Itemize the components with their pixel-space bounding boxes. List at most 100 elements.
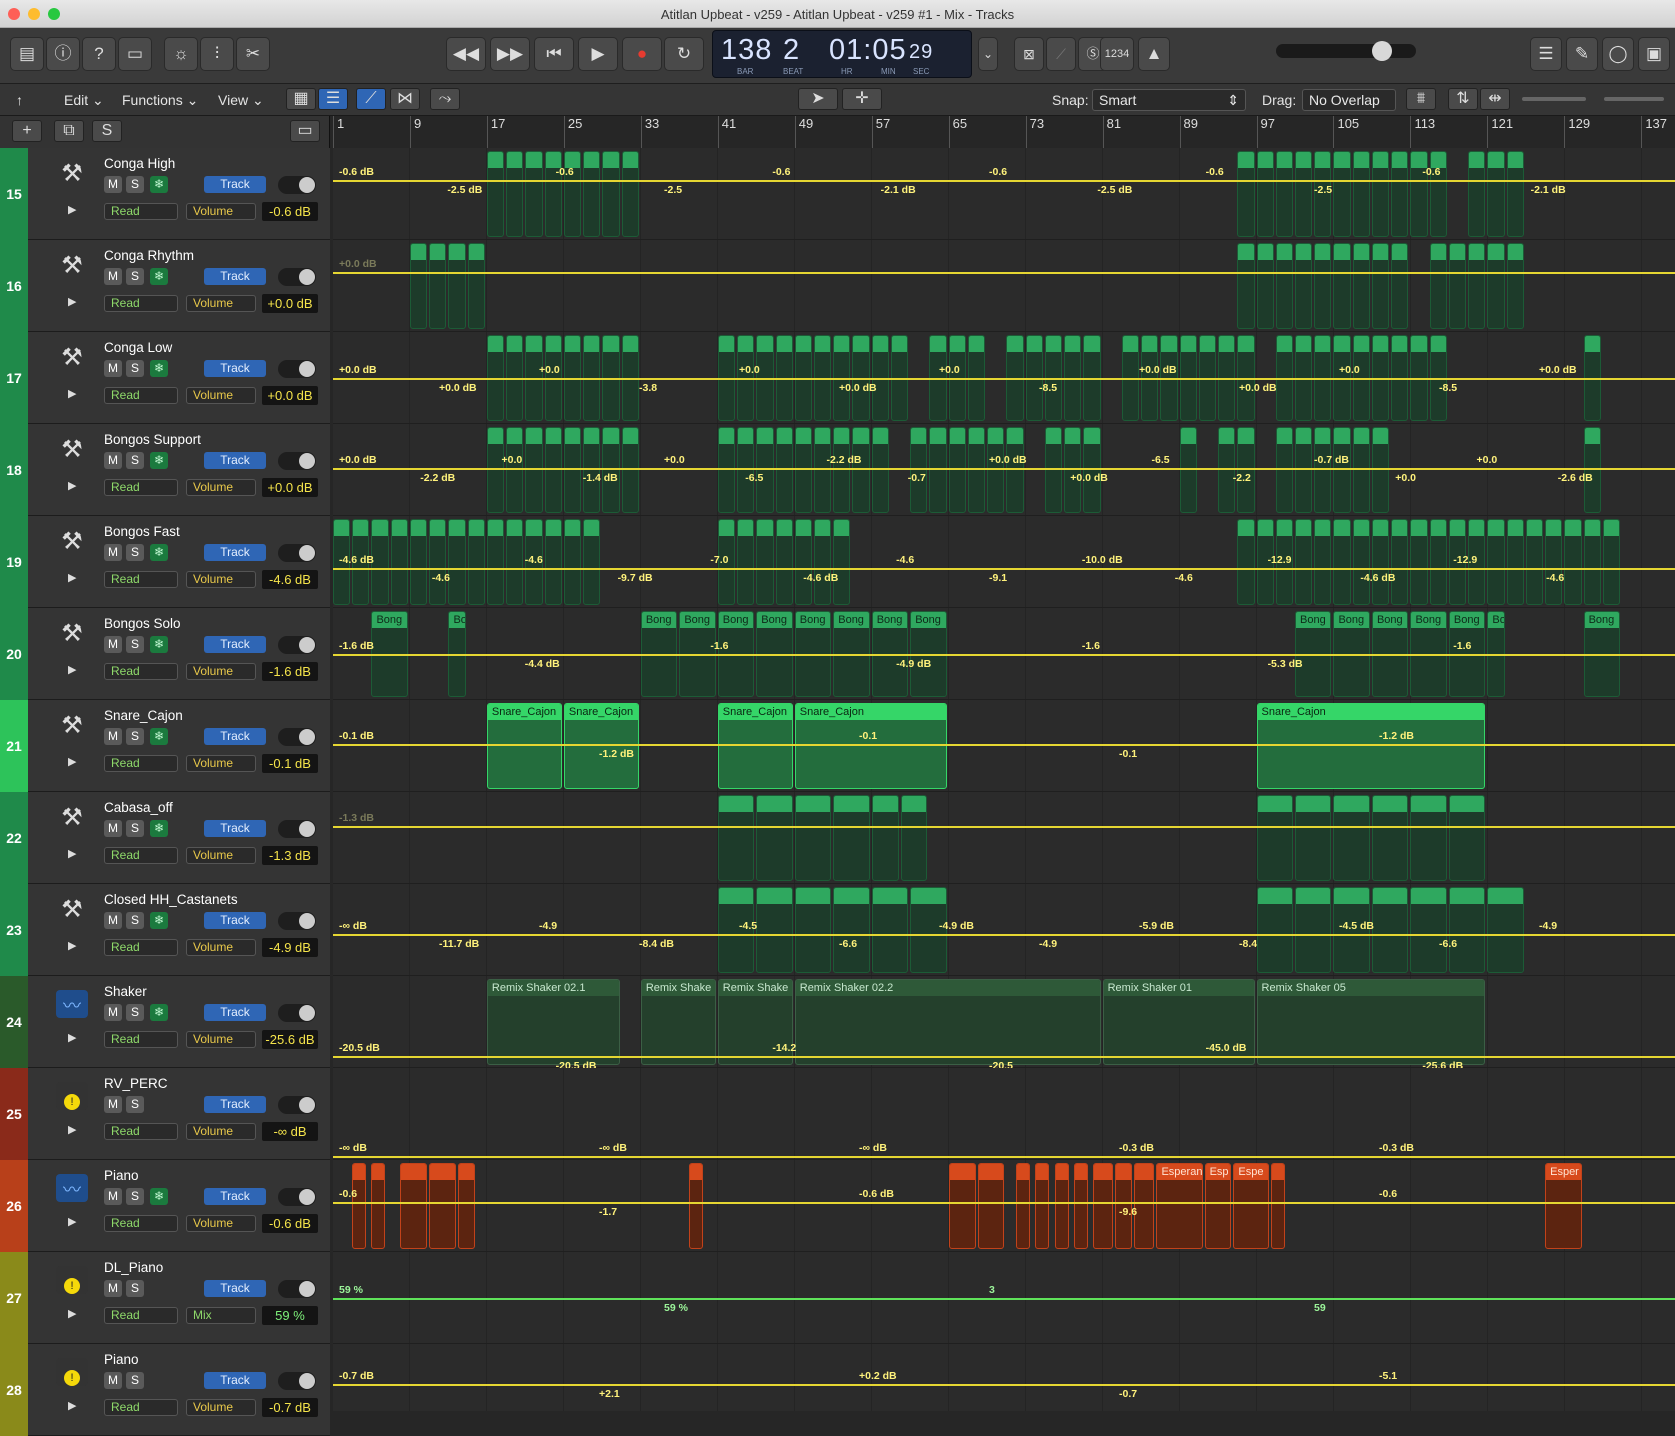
master-volume-slider[interactable] [1276,41,1416,61]
grid-view-button[interactable]: ▦ [286,88,316,110]
region[interactable] [1468,151,1486,237]
region[interactable] [400,1163,428,1249]
track-view-button[interactable]: Track [204,360,266,377]
automation-line[interactable] [333,826,1675,828]
region[interactable] [1237,519,1255,605]
back-icon[interactable]: ↑ [16,92,23,108]
track-view-button[interactable]: Track [204,1096,266,1113]
automation-line[interactable] [333,934,1675,936]
region[interactable] [621,151,639,237]
region[interactable] [1218,427,1236,513]
region[interactable] [467,243,485,329]
region[interactable] [1583,519,1601,605]
track-lane[interactable]: -1.3 dB [333,792,1675,884]
automation-parameter-select[interactable]: Volume [186,1123,256,1140]
region[interactable] [977,1163,1005,1249]
automation-line[interactable] [333,744,1675,746]
track-on-toggle[interactable] [278,820,316,838]
region[interactable] [717,427,736,513]
track-lane[interactable]: Remix Shaker 02.1 Remix Shake Remix Shake R… [333,976,1675,1072]
automation-value[interactable]: -0.6 dB [262,1214,318,1233]
track-on-toggle[interactable] [278,268,316,286]
secondary-tool-dropdown[interactable]: ✛ [842,88,882,110]
region[interactable] [429,1163,457,1249]
region[interactable] [1237,243,1255,329]
region[interactable] [525,151,543,237]
track-lane[interactable]: +0.0 dB +0.0 dB +0.0 -3.8 +0.0 +0.0 dB +0.0 -8.… [333,332,1675,424]
region[interactable] [1314,427,1332,513]
solo-button[interactable]: S [126,636,144,653]
track-lane[interactable]: Esperan Esp Espe Esper -0.6 -1.7 -0.6 dB -9.6 -0… [333,1160,1675,1252]
automation-parameter-select[interactable]: Volume [186,571,256,588]
automation-button[interactable]: ⟋ [356,88,386,110]
bar-ruler[interactable]: 1 9 17 25 33 41 49 57 65 73 81 89 97 105 113 121 129 137 [333,116,1675,148]
count-in-button[interactable]: 1234 [1100,37,1134,71]
region[interactable] [1371,887,1409,973]
region[interactable] [756,795,793,881]
solo-button[interactable]: S [126,728,144,745]
mute-button[interactable]: M [104,544,122,561]
region[interactable] [1448,887,1486,973]
freeze-button[interactable]: ❄ [150,1188,168,1205]
track-name[interactable]: Bongos Solo [104,616,181,631]
region[interactable] [583,151,601,237]
mute-button[interactable]: M [104,636,122,653]
region[interactable] [429,243,447,329]
region[interactable] [1391,519,1409,605]
automation-mode-select[interactable]: Read [104,847,178,864]
lcd-display[interactable]: 138 2 01:05 29 BAR BEAT HR MIN SEC [712,30,972,78]
track-name[interactable]: Closed HH_Castanets [104,892,238,907]
track-lane[interactable]: BongBongBongBongBongBongBongBongBongBong… [333,608,1675,700]
toolbar-toggle-button[interactable]: ▭ [118,37,152,71]
automation-line[interactable] [333,180,1675,182]
region[interactable] [794,519,812,605]
region[interactable] [506,427,524,513]
track-lane[interactable]: -0.7 dB +2.1 +0.2 dB -0.7 -5.1 [333,1344,1675,1411]
track-name[interactable]: Conga High [104,156,175,171]
region[interactable] [1506,519,1524,605]
solo-button[interactable]: S [126,268,144,285]
automation-value[interactable]: -0.7 dB [262,1398,318,1417]
track-view-button[interactable]: Track [204,452,266,469]
track-header[interactable]: 28! Piano M S Track ▶ Read Volume -0.7 dB [0,1344,330,1436]
track-header[interactable]: 15 ⚒ Conga High M S ❄ Track ▶ Read Volume -0.6 dB [0,148,330,240]
region[interactable] [1371,151,1390,237]
automation-mode-select[interactable]: Read [104,1307,178,1324]
mute-button[interactable]: M [104,1188,122,1205]
region[interactable] [544,519,562,605]
region[interactable] [429,519,447,605]
disclosure-triangle-icon[interactable]: ▶ [68,755,76,768]
automation-mode-select[interactable]: Read [104,663,178,680]
track-view-button[interactable]: Track [204,1004,266,1021]
library-button[interactable]: ▤ [10,37,44,71]
global-tracks-button[interactable]: ▭ [290,120,320,142]
region[interactable] [1545,519,1563,605]
region[interactable]: Esper [1545,1163,1582,1249]
region[interactable] [871,427,889,513]
automation-mode-select[interactable]: Read [104,203,178,220]
disclosure-triangle-icon[interactable]: ▶ [68,479,76,492]
automation-line[interactable] [333,1384,1675,1386]
automation-mode-select[interactable]: Read [104,1399,178,1416]
region[interactable] [1295,519,1313,605]
track-header[interactable]: 21 ⚒ Snare_Cajon M S ❄ Track ▶ Read Volume -0.1 dB [0,700,330,792]
track-on-toggle[interactable] [278,1188,316,1206]
track-view-button[interactable]: Track [204,176,266,193]
mute-button[interactable]: M [104,452,122,469]
region[interactable] [1275,243,1293,329]
global-solo-button[interactable]: S [92,120,122,142]
disclosure-triangle-icon[interactable]: ▶ [68,1399,76,1412]
region[interactable] [1064,427,1082,513]
region[interactable]: Esp [1204,1163,1232,1249]
track-on-toggle[interactable] [278,176,316,194]
region[interactable] [1256,151,1274,237]
track-view-button[interactable]: Track [204,268,266,285]
region[interactable]: Remix Shake [640,979,716,1065]
region[interactable] [371,519,389,605]
waveform-zoom-button[interactable]: ⩩ [1406,88,1436,110]
track-view-button[interactable]: Track [204,1188,266,1205]
region[interactable] [1295,243,1313,329]
disclosure-triangle-icon[interactable]: ▶ [68,571,76,584]
smart-controls-button[interactable]: ☼ [164,37,198,71]
region[interactable]: Snare_Cajon [486,703,562,789]
